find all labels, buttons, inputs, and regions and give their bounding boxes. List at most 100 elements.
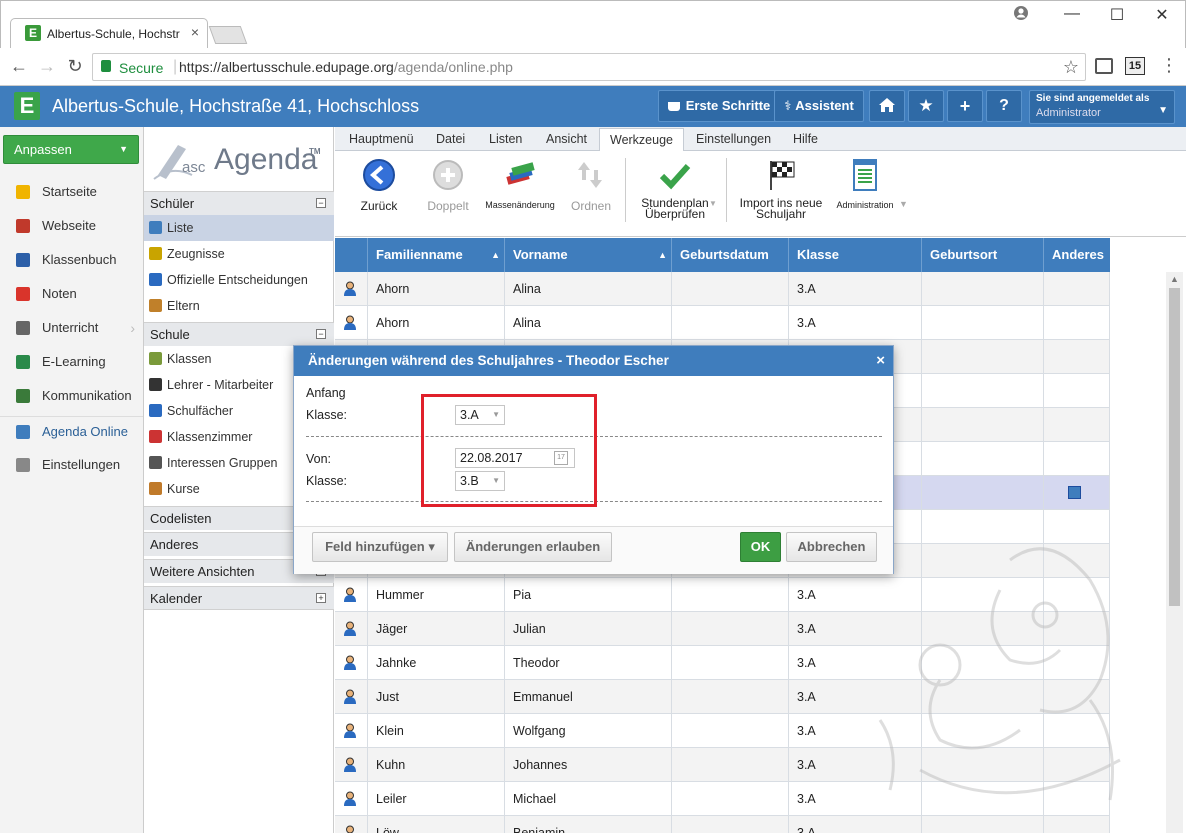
dialog-title: Änderungen während des Schuljahres - The… (308, 353, 669, 368)
row-icon-cell (335, 714, 368, 748)
item-icon (149, 352, 162, 365)
tab-close-icon[interactable]: × (191, 24, 199, 40)
item-icon (149, 221, 162, 234)
sidebar-item-e-learning[interactable]: E-Learning (0, 347, 143, 377)
extension-badge-icon[interactable]: 15 (1125, 57, 1145, 75)
sidebar-item-kommunikation[interactable]: Kommunikation (0, 381, 143, 411)
reload-icon[interactable]: ↻ (64, 56, 86, 77)
browser-menu-icon[interactable]: ⋮ (1158, 55, 1180, 76)
group-schule[interactable]: Schule − (144, 322, 334, 346)
sidebar-item-label: Startseite (42, 184, 97, 199)
cell-geburtsdatum (672, 612, 789, 646)
secnav-item-label: Kurse (167, 482, 200, 496)
scroll-up-icon[interactable]: ▲ (1170, 274, 1179, 284)
home-button[interactable] (869, 90, 905, 122)
student-icon (344, 281, 356, 296)
cell-geburtsdatum (672, 646, 789, 680)
help-button[interactable]: ? (986, 90, 1022, 122)
group-schueler[interactable]: Schüler − (144, 191, 334, 215)
sidebar-item-klassenbuch[interactable]: Klassenbuch (0, 245, 143, 275)
close-icon[interactable]: × (876, 346, 885, 376)
new-tab-button[interactable] (208, 26, 248, 44)
back-arrow-icon[interactable]: ← (8, 56, 30, 77)
tab-ansicht[interactable]: Ansicht (536, 127, 597, 151)
tab-hauptmenu[interactable]: Hauptmenü (339, 127, 424, 151)
cast-icon[interactable] (1095, 58, 1113, 74)
sidebar-item-startseite[interactable]: Startseite (0, 177, 143, 207)
tab-listen[interactable]: Listen (479, 127, 532, 151)
dropdown-arrow-icon[interactable]: ▼ (709, 199, 717, 208)
administration-button[interactable]: Administration (832, 158, 898, 210)
col-klasse[interactable]: Klasse (789, 238, 922, 272)
col-anderes[interactable]: Anderes - (1044, 238, 1110, 296)
tab-einstellungen[interactable]: Einstellungen (686, 127, 781, 151)
import-label-2: Schuljahr (755, 207, 807, 221)
minimize-icon[interactable]: — (1062, 5, 1082, 23)
first-steps-button[interactable]: Erste Schritte (658, 90, 780, 122)
col-vorname[interactable]: Vorname ▲ (505, 238, 672, 272)
order-label: Ordnen (570, 199, 612, 213)
user-menu[interactable]: Sie sind angemeldet als Administrator ▼ (1029, 90, 1175, 124)
edupage-logo-icon[interactable]: E (14, 92, 40, 120)
walking-person-icon: ⚕ (784, 98, 792, 113)
sidebar-item-einstellungen[interactable]: Einstellungen (0, 450, 143, 480)
col-familienname[interactable]: Familienname ▲ (368, 238, 505, 272)
cell-vorname: Theodor (505, 646, 672, 680)
tab-datei[interactable]: Datei (426, 127, 475, 151)
grid-scrollbar[interactable]: ▲ (1166, 272, 1183, 833)
dialog-header: Änderungen während des Schuljahres - The… (294, 346, 893, 376)
sidebar-item-webseite[interactable]: Webseite (0, 211, 143, 241)
collapse-icon[interactable]: − (316, 198, 326, 208)
maximize-icon[interactable]: ☐ (1107, 5, 1127, 25)
administration-label: Administration (836, 200, 894, 210)
url-path: /agenda/online.php (393, 59, 513, 75)
group-kalender[interactable]: Kalender + (144, 586, 334, 610)
url-bar[interactable]: Secure | https://albertusschule.edupage.… (92, 53, 1086, 81)
secnav-item[interactable]: Liste (144, 215, 334, 241)
col-geburtsort[interactable]: Geburtsort (922, 238, 1044, 272)
table-row[interactable]: Ahorn Alina 3.A (335, 272, 1110, 306)
browser-tab[interactable]: E Albertus-Schule, Hochstr × (10, 18, 208, 48)
add-field-button[interactable]: Feld hinzufügen ▾ (312, 532, 448, 562)
check-schedule-label-2: Überprüfen (644, 207, 706, 221)
window-close-icon[interactable]: ✕ (1152, 5, 1172, 25)
sidebar-item-unterricht[interactable]: Unterricht › (0, 313, 143, 343)
duplicate-button[interactable]: Doppelt (422, 158, 474, 213)
secnav-item[interactable]: Eltern (144, 293, 334, 319)
secnav-item-label: Offizielle Entscheidungen (167, 273, 308, 287)
secnav-item[interactable]: Offizielle Entscheidungen (144, 267, 334, 293)
cell-familienname: Ahorn (368, 306, 505, 340)
cancel-button[interactable]: Abbrechen (786, 532, 877, 562)
favorites-button[interactable]: ★ (908, 90, 944, 122)
col-geburtsdatum[interactable]: Geburtsdatum (672, 238, 789, 272)
scrollbar-thumb[interactable] (1169, 288, 1180, 606)
collapse-icon[interactable]: − (316, 329, 326, 339)
cell-geburtsdatum (672, 782, 789, 816)
secnav-item-label: Zeugnisse (167, 247, 225, 261)
col-geburtsort-label: Geburtsort (930, 247, 998, 262)
mass-change-button[interactable]: Massenänderung (482, 158, 558, 210)
expand-icon[interactable]: + (316, 593, 326, 603)
sidebar-item-agenda-online[interactable]: Agenda Online (0, 416, 143, 446)
bookmark-star-icon[interactable]: ☆ (1063, 57, 1079, 78)
sidebar-item-noten[interactable]: Noten (0, 279, 143, 309)
customize-label: Anpassen (14, 142, 72, 157)
browser-tab-title: Albertus-Schule, Hochstr (47, 27, 180, 41)
edit-icon[interactable] (1068, 486, 1081, 499)
table-row[interactable]: Ahorn Alina 3.A (335, 306, 1110, 340)
assistant-button[interactable]: ⚕ Assistent (774, 90, 864, 122)
ok-button[interactable]: OK (740, 532, 781, 562)
dropdown-arrow-icon[interactable]: ▼ (899, 199, 908, 209)
profile-icon[interactable] (1011, 5, 1031, 26)
customize-button[interactable]: Anpassen ▼ (3, 135, 139, 164)
allow-changes-button[interactable]: Änderungen erlauben (454, 532, 612, 562)
forward-arrow-icon[interactable]: → (36, 56, 58, 77)
back-button[interactable]: Zurück (353, 158, 405, 213)
tab-hilfe[interactable]: Hilfe (783, 127, 828, 151)
order-button[interactable]: Ordnen (566, 158, 616, 213)
secnav-item[interactable]: Zeugnisse (144, 241, 334, 267)
import-new-year-button[interactable]: Import ins neue Schuljahr (736, 158, 826, 220)
check-schedule-button[interactable]: Stundenplan Überprüfen (634, 158, 716, 220)
add-button[interactable]: + (947, 90, 983, 122)
tab-werkzeuge[interactable]: Werkzeuge (599, 128, 684, 152)
